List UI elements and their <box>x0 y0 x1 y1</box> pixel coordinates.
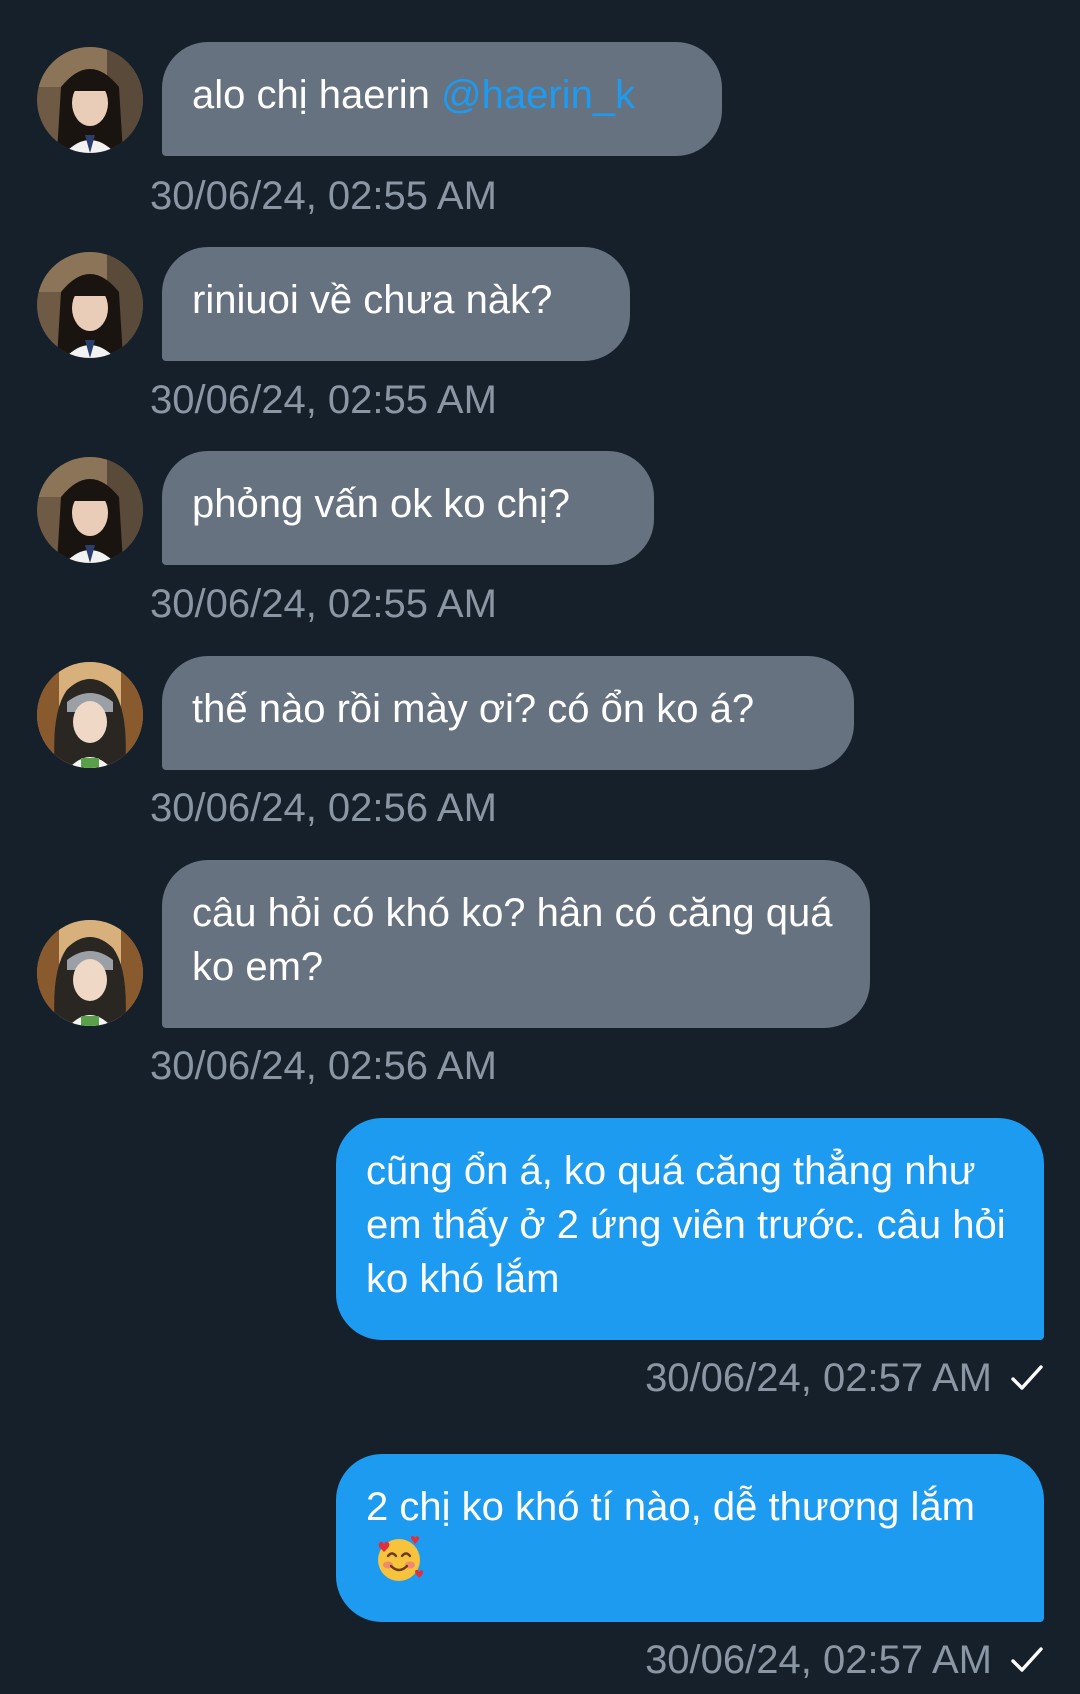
avatar-haerin-icon[interactable] <box>37 252 143 358</box>
message-timestamp: 30/06/24, 02:55 AM <box>150 378 497 422</box>
avatar-haerin-icon[interactable] <box>37 457 143 563</box>
message-bubble[interactable]: alo chị haerin @haerin_k <box>162 42 722 156</box>
message-text: câu hỏi có khó ko? hân có căng quá ko em… <box>192 891 833 989</box>
message-text: alo chị haerin <box>192 73 442 117</box>
message-timestamp: 30/06/24, 02:57 AM <box>645 1636 1044 1684</box>
message-text: thế nào rồi mày ơi? có ổn ko á? <box>192 687 755 731</box>
checkmark-icon <box>1010 1363 1044 1393</box>
mention-link[interactable]: @haerin_k <box>441 73 635 117</box>
smiling-face-with-hearts-icon <box>374 1534 424 1584</box>
message-bubble[interactable]: riniuoi về chưa nàk? <box>162 247 630 361</box>
timestamp-text: 30/06/24, 02:57 AM <box>645 1356 992 1400</box>
message-bubble[interactable]: câu hỏi có khó ko? hân có căng quá ko em… <box>162 860 870 1028</box>
message-bubble[interactable]: cũng ổn á, ko quá căng thẳng như em thấy… <box>336 1118 1044 1340</box>
message-timestamp: 30/06/24, 02:55 AM <box>150 582 497 626</box>
message-text: riniuoi về chưa nàk? <box>192 278 553 322</box>
message-text: phỏng vấn ok ko chị? <box>192 482 571 526</box>
message-text: cũng ổn á, ko quá căng thẳng như em thấy… <box>366 1149 1006 1301</box>
message-timestamp: 30/06/24, 02:56 AM <box>150 1044 497 1088</box>
message-timestamp: 30/06/24, 02:56 AM <box>150 786 497 830</box>
checkmark-icon <box>1010 1645 1044 1675</box>
message-timestamp: 30/06/24, 02:55 AM <box>150 174 497 218</box>
avatar-second-user-icon[interactable] <box>37 662 143 768</box>
message-bubble[interactable]: phỏng vấn ok ko chị? <box>162 451 654 565</box>
avatar-second-user-icon[interactable] <box>37 920 143 1026</box>
message-text: 2 chị ko khó tí nào, dễ thương lắm <box>366 1485 975 1529</box>
message-bubble[interactable]: 2 chị ko khó tí nào, dễ thương lắm <box>336 1454 1044 1622</box>
message-timestamp: 30/06/24, 02:57 AM <box>645 1354 1044 1402</box>
avatar-haerin-icon[interactable] <box>37 47 143 153</box>
timestamp-text: 30/06/24, 02:57 AM <box>645 1638 992 1682</box>
message-thread: alo chị haerin @haerin_k 30/06/24, 02:55… <box>0 0 1080 1694</box>
message-bubble[interactable]: thế nào rồi mày ơi? có ổn ko á? <box>162 656 854 770</box>
